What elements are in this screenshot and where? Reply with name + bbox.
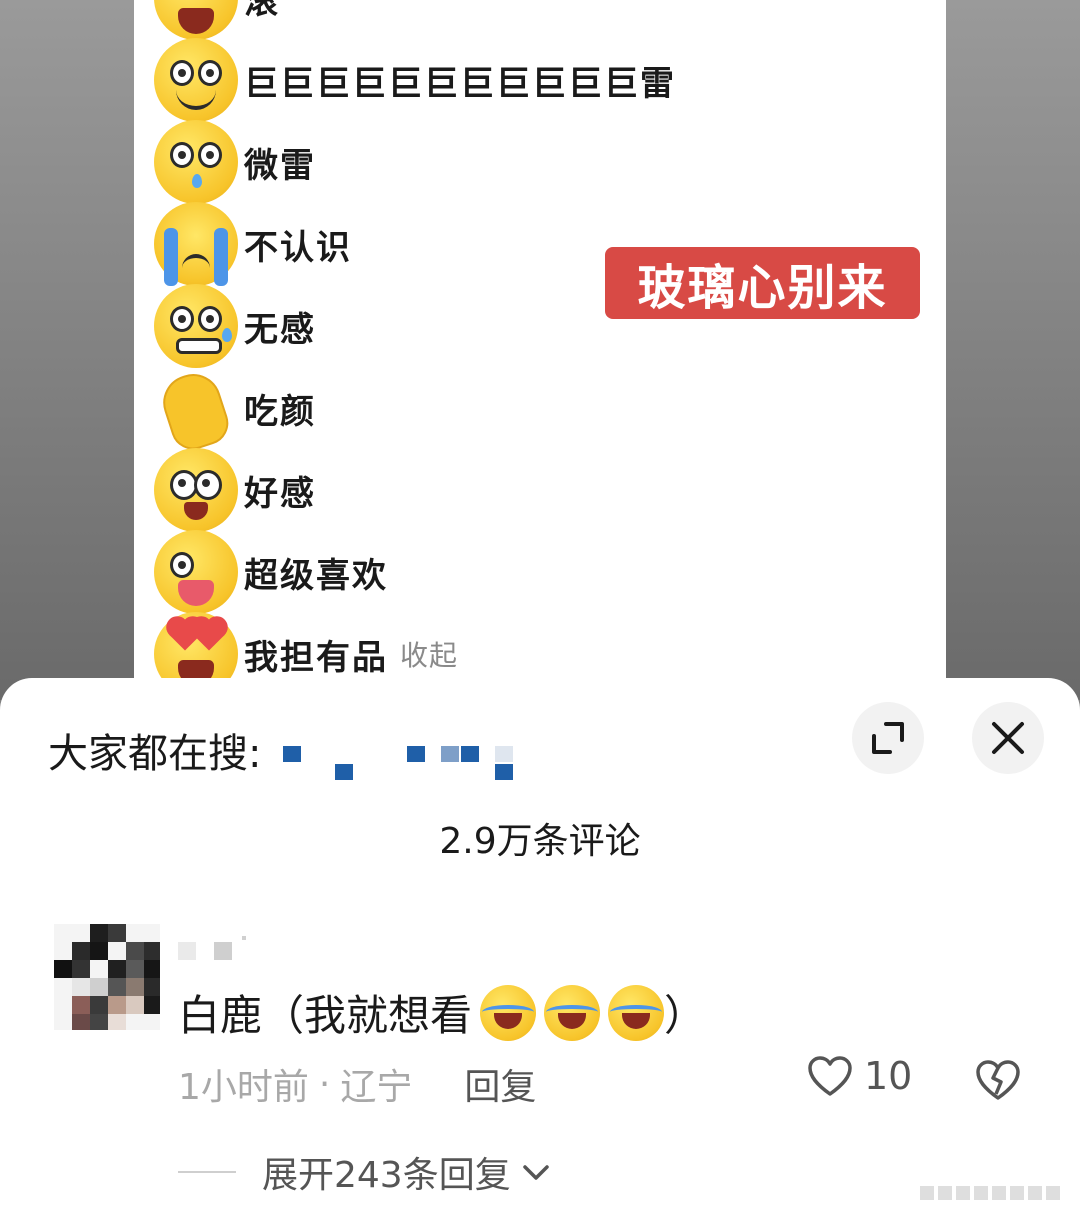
avatar[interactable] [54,924,160,1030]
chevron-down-icon [522,1165,549,1180]
expand-replies-label: 展开243条回复 [262,1155,511,1196]
emoji-label: 微雷 [244,145,316,186]
username-redacted[interactable] [178,936,258,960]
laughing-cry-emoji-icon [608,984,665,1041]
emoji-row: 吃颜 [154,366,316,456]
nervous-sweat-emoji-icon [154,284,238,368]
background-left-edge [0,0,134,700]
collapse-link: 收起 [400,639,459,672]
close-button[interactable] [972,702,1044,774]
reply-button[interactable]: 回复 [464,1058,536,1110]
emoji-row: 不认识 [154,202,352,286]
emoji-row: 好感 [154,448,316,532]
divider-line [178,1171,236,1173]
comments-sheet: 大家都在搜: 2.9万条评论 白鹿（我就想看 ） 1小时前 · 辽宁 回复 10… [0,678,1080,1221]
search-hint-label: 大家都在搜: [48,731,262,777]
comment-item: 白鹿（我就想看 ） 1小时前 · 辽宁 回复 10 [54,924,1054,1124]
emoji-row: 巨巨巨巨巨巨巨巨巨巨巨雷 [154,38,676,122]
broken-heart-icon [976,1060,1020,1100]
emoji-row: 微雷 [154,120,316,204]
background-post-image: 滚 巨巨巨巨巨巨巨巨巨巨巨雷 微雷 不认识 无感 吃颜 好感 超级喜欢 我担有品… [134,0,946,700]
glass-heart-badge: 玻璃心别来 [605,247,920,319]
close-icon [992,722,1024,754]
comment-location: 辽宁 [340,1067,413,1108]
emoji-label: 巨巨巨巨巨巨巨巨巨巨巨雷 [244,63,676,104]
emoji-label: 无感 [244,309,316,350]
emoji-row: 超级喜欢 [154,530,388,614]
comment-body: 白鹿（我就想看 [178,991,473,1040]
like-button[interactable]: 10 [806,1054,912,1098]
emoji-row: 无感 [154,284,316,368]
laughing-cry-emoji-icon [480,984,537,1041]
clapping-hands-emoji-icon [154,366,238,456]
emoji-label: 滚 [244,0,280,22]
emoji-label: 超级喜欢 [244,555,388,596]
teary-eyes-emoji-icon [154,448,238,532]
emoji-label: 吃颜 [244,391,316,432]
background-right-edge [946,0,1080,700]
meta-separator: · [318,1063,331,1105]
like-count: 10 [864,1054,913,1098]
crying-emoji-icon [154,202,238,286]
emoji-row: 滚 [154,0,280,40]
heart-outline-icon [808,1056,852,1096]
redacted-search-term [283,720,523,780]
comment-time: 1小时前 [178,1067,309,1108]
emoji-label: 好感 [244,473,316,514]
laughing-cry-emoji-icon [154,0,238,40]
dislike-button[interactable] [974,1058,1022,1106]
comment-text: 白鹿（我就想看 ） [178,982,706,1043]
expand-icon [872,722,904,754]
wink-tongue-emoji-icon [154,530,238,614]
shocked-sweat-emoji-icon [154,120,238,204]
trending-search[interactable]: 大家都在搜: [48,720,523,780]
laughing-cry-emoji-icon [544,984,601,1041]
emoji-label: 不认识 [244,227,352,268]
comment-count: 2.9万条评论 [439,821,641,862]
expand-replies-button[interactable]: 展开243条回复 [178,1146,553,1198]
comment-body-end: ） [664,991,707,1040]
big-eyes-smile-emoji-icon [154,38,238,122]
watermark-pixels [920,1178,1070,1208]
emoji-label: 我担有品 [244,637,388,678]
expand-button[interactable] [852,702,924,774]
comment-meta: 1小时前 · 辽宁 回复 [178,1058,536,1110]
